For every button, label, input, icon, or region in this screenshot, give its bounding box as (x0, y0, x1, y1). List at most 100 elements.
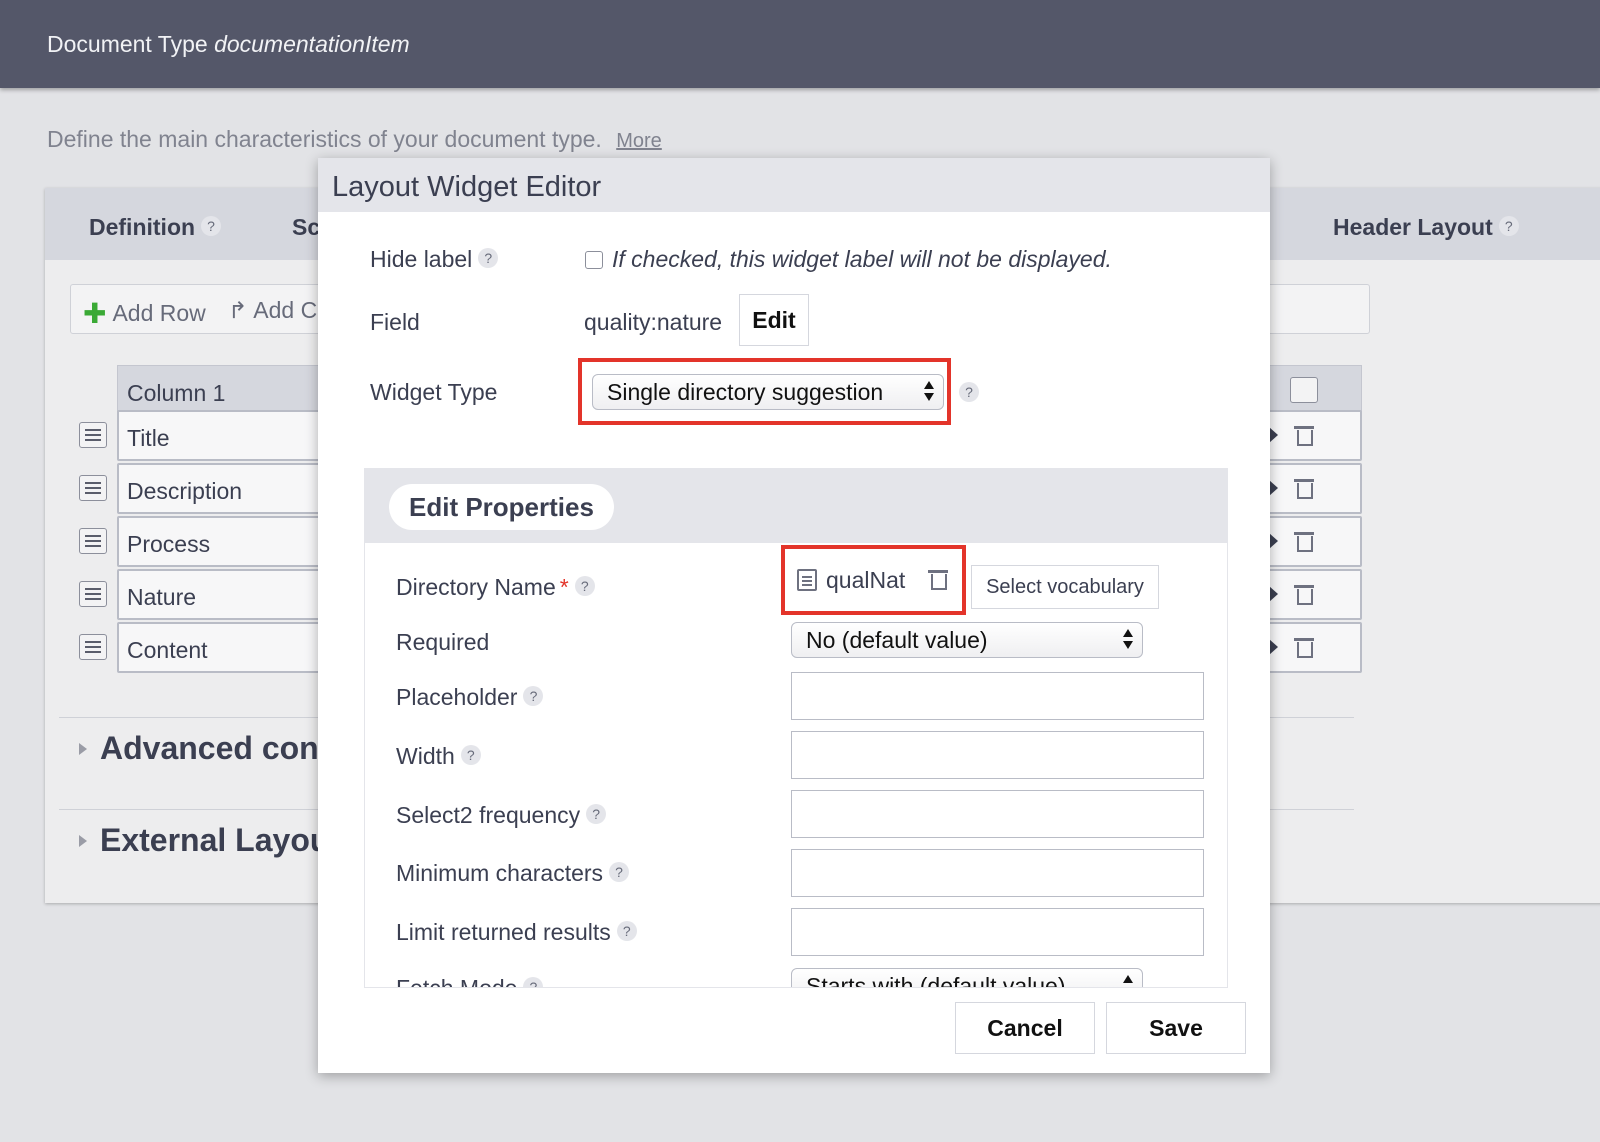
fetch-mode-label: Fetch Mode? (396, 975, 544, 988)
layout-widget-editor-dialog: Layout Widget Editor Hide label? If chec… (318, 158, 1270, 1073)
row-handle-icon[interactable] (79, 634, 107, 660)
placeholder-text: Placeholder (396, 684, 518, 710)
select2-frequency-label: Select2 frequency? (396, 802, 607, 829)
width-label: Width? (396, 743, 481, 770)
help-icon[interactable]: ? (586, 804, 607, 824)
fetch-mode-selected: Starts with (default value) (806, 973, 1066, 988)
row-handle-icon[interactable] (79, 581, 107, 607)
widget-type-select[interactable]: Single directory suggestion (592, 374, 944, 410)
help-icon[interactable]: ? (478, 248, 499, 268)
row-label: Nature (127, 584, 197, 610)
edit-properties-panel: Edit Properties Directory Name *? qualNat… (364, 468, 1228, 988)
help-icon[interactable]: ? (1498, 216, 1519, 236)
required-select[interactable]: No (default value) (791, 622, 1143, 658)
intro-text: Define the main characteristics of your … (47, 126, 662, 153)
column-header-label: Column 1 (127, 380, 226, 406)
help-icon[interactable]: ? (523, 686, 544, 706)
vocabulary-document-icon (797, 569, 817, 591)
trash-icon[interactable] (1294, 424, 1314, 446)
width-text: Width (396, 743, 455, 769)
row-label: Description (127, 478, 243, 504)
help-icon[interactable]: ? (523, 977, 544, 987)
add-column-label: Add C (253, 297, 318, 323)
required-label: Required (396, 629, 490, 655)
plus-icon: ✚ (83, 298, 107, 329)
row-label: Title (127, 425, 170, 451)
select-vocabulary-button[interactable]: Select vocabulary (971, 565, 1159, 609)
top-bar: Document Type documentationItem (0, 0, 1600, 88)
expand-triangle-icon[interactable] (79, 835, 87, 847)
directory-name-label: Directory Name *? (396, 574, 595, 601)
select2-frequency-input[interactable] (791, 790, 1204, 838)
trash-icon[interactable] (1294, 477, 1314, 499)
move-right-icon[interactable] (1269, 427, 1278, 443)
minimum-characters-label: Minimum characters? (396, 860, 630, 887)
required-selected: No (default value) (806, 627, 988, 653)
row-label: Content (127, 637, 208, 663)
row-handle-icon[interactable] (79, 528, 107, 554)
fetch-mode-text: Fetch Mode (396, 975, 518, 988)
page-title-doctype: documentationItem (214, 31, 410, 57)
row-handle-icon[interactable] (79, 422, 107, 448)
page-title: Document Type documentationItem (47, 31, 410, 58)
edit-properties-title: Edit Properties (389, 484, 614, 530)
add-row-button[interactable]: ✚ Add Row (83, 297, 206, 330)
select-arrows-icon (924, 381, 934, 403)
placeholder-input[interactable] (791, 672, 1204, 720)
help-icon[interactable]: ? (201, 216, 222, 236)
trash-icon[interactable] (928, 568, 948, 590)
trash-icon[interactable] (1294, 530, 1314, 552)
limit-returned-results-text: Limit returned results (396, 919, 611, 945)
edit-properties-header: Edit Properties (365, 469, 1227, 543)
move-right-icon[interactable] (1269, 533, 1278, 549)
dialog-title: Layout Widget Editor (332, 171, 602, 203)
select-arrows-icon (1123, 629, 1133, 651)
cancel-button[interactable]: Cancel (955, 1002, 1095, 1054)
tab-definition-label: Definition (89, 214, 196, 240)
page-title-prefix: Document Type (47, 31, 208, 57)
section-title: Advanced conf (100, 730, 330, 766)
field-label: Field (370, 309, 420, 335)
hide-label-hint: If checked, this widget label will not b… (612, 246, 1112, 272)
move-right-icon[interactable] (1269, 586, 1278, 602)
help-icon[interactable]: ? (959, 382, 979, 402)
dialog-title-bar: Layout Widget Editor (318, 158, 1270, 212)
help-icon[interactable]: ? (616, 921, 637, 941)
width-input[interactable] (791, 731, 1204, 779)
add-column-icon: ↱ (228, 297, 248, 323)
move-right-icon[interactable] (1269, 480, 1278, 496)
limit-returned-results-label: Limit returned results? (396, 919, 637, 946)
row-label: Process (127, 531, 211, 557)
placeholder-label: Placeholder? (396, 684, 544, 711)
tab-header-layout-label: Header Layout (1333, 214, 1493, 240)
tab-schema[interactable]: Sc (292, 214, 320, 241)
move-right-icon[interactable] (1269, 639, 1278, 655)
tab-header-layout[interactable]: Header Layout? (1333, 214, 1519, 241)
select-arrows-icon (1123, 975, 1133, 987)
minimum-characters-text: Minimum characters (396, 860, 604, 886)
hide-label-checkbox[interactable] (585, 251, 603, 269)
help-icon[interactable]: ? (460, 745, 481, 765)
fetch-mode-select[interactable]: Starts with (default value) (791, 968, 1143, 988)
column-menu-icon[interactable] (1290, 377, 1318, 403)
tab-definition[interactable]: Definition? (89, 214, 222, 241)
save-button[interactable]: Save (1106, 1002, 1246, 1054)
minimum-characters-input[interactable] (791, 849, 1204, 897)
add-row-label: Add Row (112, 300, 206, 326)
trash-icon[interactable] (1294, 583, 1314, 605)
row-handle-icon[interactable] (79, 475, 107, 501)
expand-triangle-icon[interactable] (79, 743, 87, 755)
hide-label-text: Hide label (370, 246, 473, 272)
help-icon[interactable]: ? (574, 576, 595, 596)
section-title: External Layou (100, 822, 330, 858)
trash-icon[interactable] (1294, 636, 1314, 658)
intro-description: Define the main characteristics of your … (47, 126, 602, 152)
widget-type-selected: Single directory suggestion (607, 379, 884, 405)
add-column-button[interactable]: ↱ Add C (228, 297, 317, 324)
help-icon[interactable]: ? (609, 862, 630, 882)
more-link[interactable]: More (616, 130, 662, 152)
widget-type-label: Widget Type (370, 379, 498, 405)
limit-returned-results-input[interactable] (791, 908, 1204, 956)
edit-field-button[interactable]: Edit (739, 294, 809, 346)
hide-label-label: Hide label? (370, 246, 499, 273)
